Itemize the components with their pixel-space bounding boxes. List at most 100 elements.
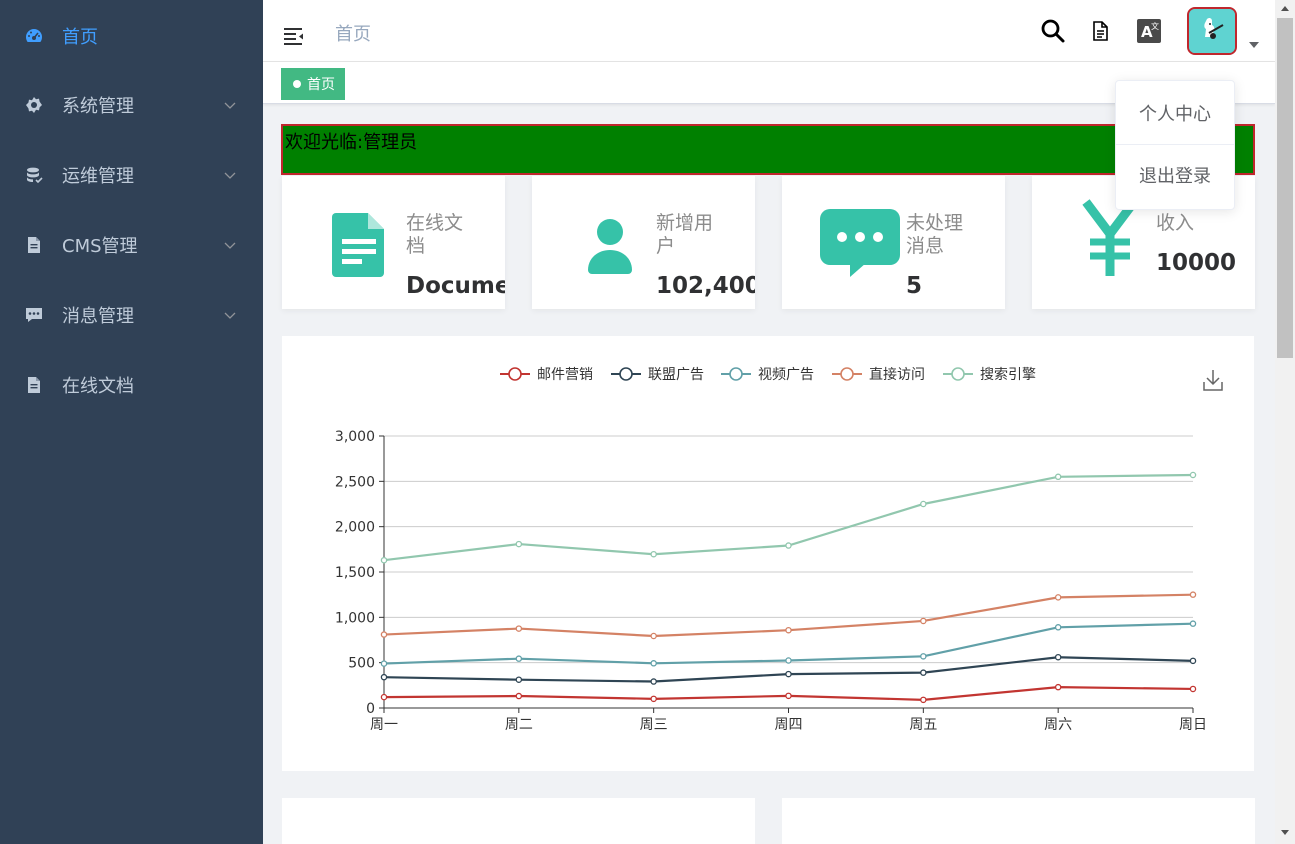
legend-marker bbox=[729, 367, 743, 381]
card-value: 10000 bbox=[1156, 250, 1237, 276]
data-point bbox=[515, 540, 523, 548]
document-icon bbox=[320, 204, 400, 284]
menu-fold-icon[interactable] bbox=[283, 26, 305, 46]
message-icon bbox=[820, 201, 900, 281]
legend-label: 搜索引擎 bbox=[980, 366, 1036, 383]
data-point bbox=[785, 692, 792, 700]
data-point bbox=[920, 617, 927, 625]
card-label: 在线文档 bbox=[406, 212, 464, 257]
scrollbar[interactable] bbox=[1275, 0, 1295, 844]
card-value: 102,400 bbox=[656, 273, 755, 299]
translate-icon[interactable]: A文 bbox=[1136, 18, 1162, 44]
dashboard-icon bbox=[25, 27, 43, 45]
tag-label: 首页 bbox=[307, 77, 335, 93]
data-point bbox=[515, 655, 523, 662]
sidebar-item-system[interactable]: 系统管理 bbox=[0, 77, 263, 133]
data-point bbox=[785, 657, 792, 664]
legend-marker bbox=[951, 367, 965, 381]
welcome-banner: 欢迎光临:管理员 bbox=[281, 124, 1255, 175]
x-tick-label: 周二 bbox=[505, 717, 533, 733]
tag-home[interactable]: 首页 bbox=[281, 68, 345, 100]
chevron-down-icon bbox=[224, 242, 236, 249]
caret-down-icon[interactable] bbox=[1249, 42, 1259, 48]
database-icon bbox=[25, 166, 43, 184]
gear-icon bbox=[25, 96, 43, 114]
chevron-down-icon bbox=[224, 172, 236, 179]
legend-label: 联盟广告 bbox=[648, 367, 704, 383]
data-point bbox=[380, 693, 388, 701]
data-point bbox=[380, 556, 388, 564]
navbar: 首页 A文 bbox=[263, 0, 1275, 62]
menu-item-logout[interactable]: 退出登录 bbox=[1116, 145, 1234, 205]
document-icon bbox=[25, 236, 43, 254]
sidebar-item-label: 消息管理 bbox=[62, 306, 134, 327]
data-point bbox=[1189, 685, 1197, 693]
legend-label: 邮件营销 bbox=[537, 367, 593, 383]
data-point bbox=[1189, 657, 1197, 665]
avatar-image bbox=[1189, 9, 1235, 53]
data-point bbox=[1189, 620, 1197, 627]
data-point bbox=[1189, 471, 1197, 479]
data-point bbox=[650, 632, 657, 640]
y-tick-label: 1,000 bbox=[335, 610, 375, 626]
data-point bbox=[920, 696, 927, 704]
data-point bbox=[515, 676, 523, 683]
document-icon[interactable] bbox=[1087, 18, 1113, 44]
y-tick-label: 3,000 bbox=[335, 429, 375, 445]
data-point bbox=[920, 669, 927, 676]
data-point bbox=[1189, 591, 1197, 598]
sidebar-item-ops[interactable]: 运维管理 bbox=[0, 147, 263, 203]
data-point bbox=[380, 673, 388, 681]
data-point bbox=[920, 653, 927, 660]
data-point bbox=[650, 550, 657, 558]
data-point bbox=[380, 631, 388, 638]
sidebar-item-label: 系统管理 bbox=[62, 96, 134, 117]
scrollbar-thumb[interactable] bbox=[1277, 18, 1293, 358]
search-icon[interactable] bbox=[1040, 18, 1066, 44]
line-chart-panel: 0 500 1,000 1,500 2,000 2,500 3,000 周一 周二 周三 周四 周五 周… bbox=[282, 336, 1254, 771]
y-tick-label: 1,500 bbox=[335, 565, 375, 581]
card-new-users[interactable]: 新增用户 102,400 bbox=[532, 176, 755, 309]
card-value: Docume bbox=[406, 273, 505, 299]
x-tick-label: 周六 bbox=[1044, 717, 1072, 733]
x-tick-label: 周三 bbox=[640, 717, 668, 733]
x-tick-label: 周日 bbox=[1179, 717, 1207, 733]
scroll-down-icon[interactable] bbox=[1281, 830, 1289, 835]
chevron-down-icon bbox=[224, 312, 236, 319]
legend-label: 视频广告 bbox=[758, 367, 814, 383]
document-icon bbox=[25, 376, 43, 394]
avatar[interactable] bbox=[1187, 7, 1237, 55]
sidebar-item-docs[interactable]: 在线文档 bbox=[0, 357, 263, 413]
download-icon[interactable] bbox=[1203, 370, 1223, 391]
sidebar-item-cms[interactable]: CMS管理 bbox=[0, 217, 263, 273]
sidebar-item-label: CMS管理 bbox=[62, 236, 138, 257]
sidebar-item-home[interactable]: 首页 bbox=[0, 8, 263, 64]
card-online-docs[interactable]: 在线文档 Docume bbox=[282, 176, 505, 309]
card-unread-messages[interactable]: 未处理消息 5 bbox=[782, 176, 1005, 309]
legend-marker bbox=[508, 367, 522, 381]
menu-item-profile[interactable]: 个人中心 bbox=[1116, 83, 1234, 143]
y-tick-label: 500 bbox=[348, 656, 375, 672]
card-value: 5 bbox=[906, 273, 923, 299]
scroll-up-icon[interactable] bbox=[1281, 6, 1289, 11]
legend-marker bbox=[619, 367, 633, 381]
y-tick-label: 0 bbox=[366, 701, 375, 717]
data-point bbox=[515, 625, 523, 632]
data-point bbox=[650, 678, 657, 685]
message-icon bbox=[25, 306, 43, 324]
data-point bbox=[1054, 624, 1062, 631]
y-tick-label: 2,500 bbox=[335, 474, 375, 490]
card-label: 新增用户 bbox=[656, 212, 714, 257]
x-tick-label: 周四 bbox=[775, 717, 803, 733]
x-tick-label: 周五 bbox=[909, 717, 937, 733]
legend-label: 直接访问 bbox=[869, 366, 925, 383]
data-point bbox=[380, 660, 388, 667]
data-point bbox=[1054, 683, 1062, 691]
data-point bbox=[1054, 594, 1062, 601]
data-point bbox=[785, 542, 792, 549]
sidebar-item-label: 运维管理 bbox=[62, 166, 134, 187]
user-icon bbox=[570, 204, 650, 284]
line-chart: 0 500 1,000 1,500 2,000 2,500 3,000 周一 周二 周三 周四 周五 周… bbox=[335, 366, 1223, 733]
sidebar-item-messages[interactable]: 消息管理 bbox=[0, 287, 263, 343]
y-tick-label: 2,000 bbox=[335, 520, 375, 536]
